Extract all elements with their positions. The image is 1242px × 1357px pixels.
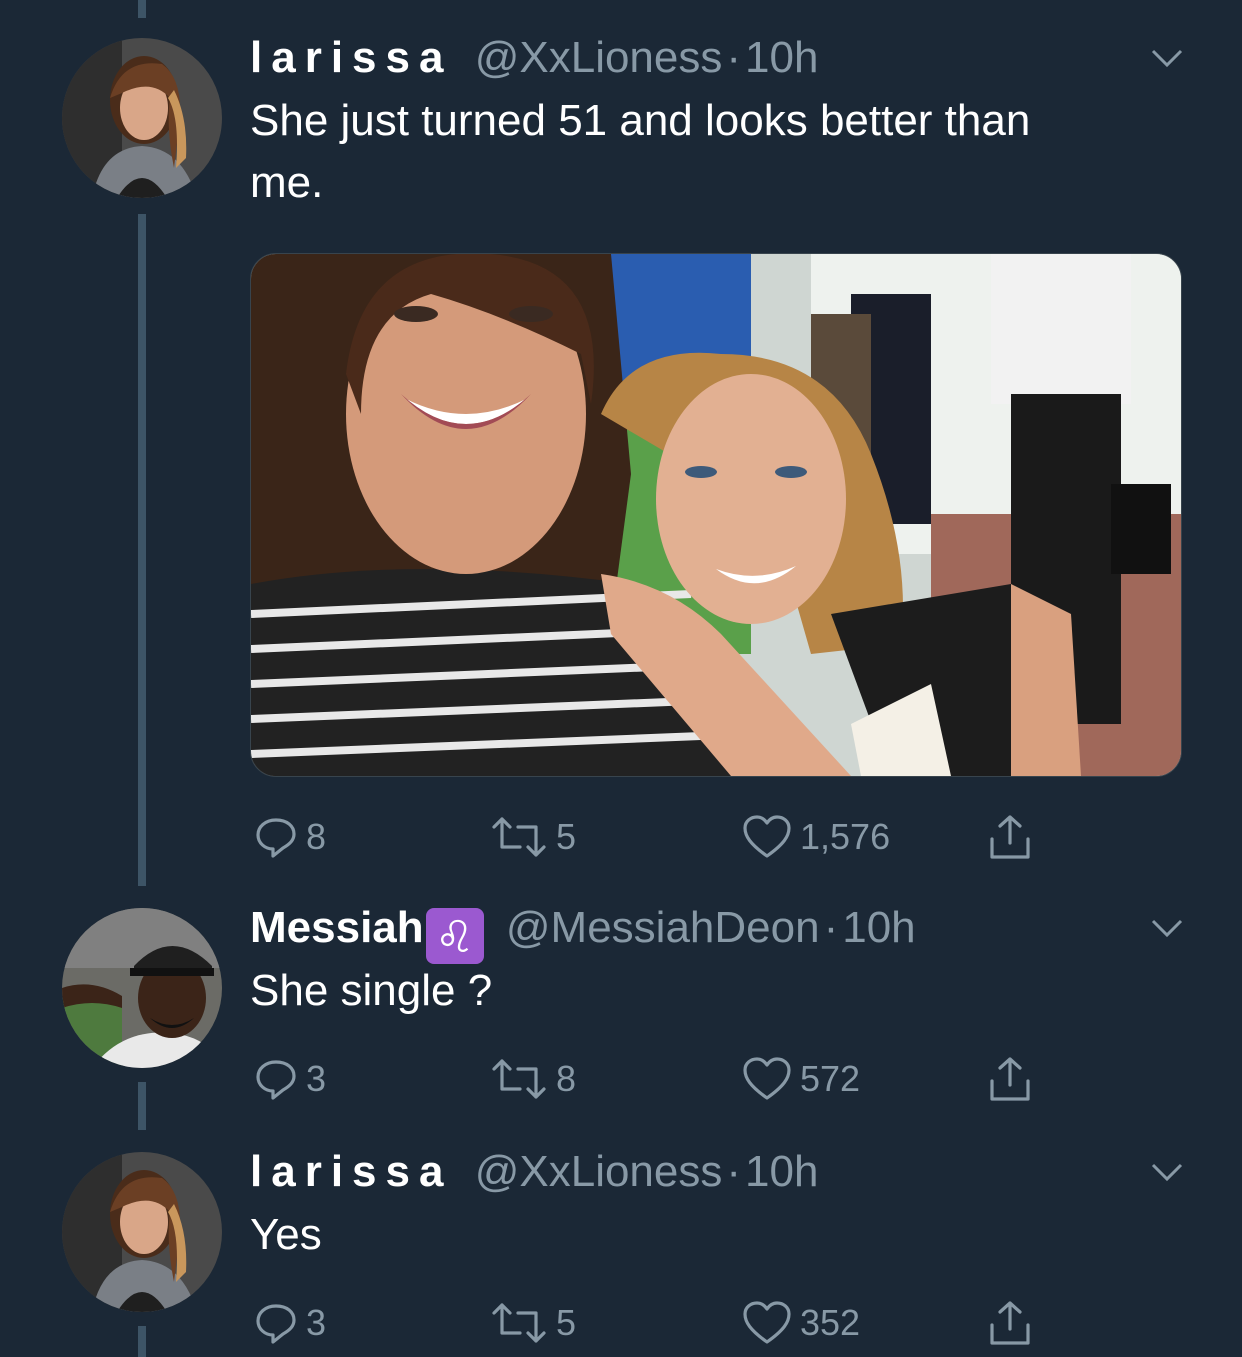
timestamp[interactable]: 10h [842, 903, 915, 952]
timestamp[interactable]: 10h [745, 33, 818, 82]
retweet-count: 5 [556, 816, 577, 857]
thread-line [138, 1326, 146, 1357]
user-handle[interactable]: @MessiahDeon [506, 903, 820, 952]
user-handle[interactable]: @XxLioness [475, 1147, 723, 1196]
reply-icon [256, 1304, 296, 1344]
retweet-button[interactable]: 5 [490, 1298, 576, 1348]
tweet-text: Yes [250, 1204, 322, 1266]
heart-icon [743, 1057, 791, 1100]
tweet-header: larissa @XxLioness·10h [250, 1142, 818, 1202]
heart-icon [743, 1301, 791, 1344]
tweet-actions: 3 5 352 [250, 1298, 1050, 1348]
reply-count: 8 [306, 816, 327, 857]
chevron-down-icon[interactable] [1150, 46, 1184, 70]
share-button[interactable] [986, 1298, 1034, 1348]
tweet-header: larissa @XxLioness·10h [250, 28, 818, 88]
retweet-button[interactable]: 8 [490, 1054, 576, 1104]
leo-emoji-icon: ♌ [425, 908, 484, 964]
avatar[interactable] [62, 38, 222, 198]
like-button[interactable]: 352 [742, 1298, 860, 1348]
tweet-text-line: Yes [250, 1210, 322, 1259]
heart-icon [743, 815, 791, 858]
tweet-original: larissa @XxLioness·10h She just turned 5… [250, 28, 1210, 228]
tweet-actions: 8 5 1,576 [250, 812, 1050, 862]
chevron-down-icon[interactable] [1150, 916, 1184, 940]
like-count: 1,576 [800, 816, 891, 857]
thread-line [138, 1082, 146, 1130]
timestamp[interactable]: 10h [745, 1147, 818, 1196]
leo-emoji: ♌ [434, 913, 475, 962]
retweet-count: 5 [556, 1302, 577, 1343]
display-name[interactable]: Messiah [250, 903, 424, 952]
share-button[interactable] [986, 812, 1034, 862]
separator: · [823, 903, 839, 952]
thread-line [138, 0, 146, 18]
separator: · [726, 33, 742, 82]
reply-icon [256, 1060, 296, 1100]
chevron-down-icon[interactable] [1150, 1160, 1184, 1184]
tweet-actions: 3 8 572 [250, 1054, 1050, 1104]
like-count: 352 [800, 1302, 861, 1343]
reply-count: 3 [306, 1058, 327, 1099]
retweet-icon [492, 817, 546, 857]
reply-count: 3 [306, 1302, 327, 1343]
avatar[interactable] [62, 1152, 222, 1312]
tweet-text-line: me. [250, 158, 324, 207]
avatar[interactable] [62, 908, 222, 1068]
retweet-icon [492, 1059, 546, 1099]
reply-button[interactable]: 3 [254, 1054, 326, 1104]
tweet-header: Messiah ♌ @MessiahDeon·10h [250, 898, 916, 964]
tweet-text-line: She just turned 51 and looks better than [250, 96, 1031, 145]
like-button[interactable]: 1,576 [742, 812, 890, 862]
tweet-photo[interactable] [250, 253, 1182, 777]
display-name[interactable]: larissa [250, 33, 452, 82]
share-icon [990, 815, 1030, 859]
separator: · [726, 1147, 742, 1196]
retweet-button[interactable]: 5 [490, 812, 576, 862]
retweet-icon [492, 1303, 546, 1343]
reply-icon [256, 818, 296, 858]
tweet-text: She single ? [250, 960, 492, 1022]
share-button[interactable] [986, 1054, 1034, 1104]
tweet-reply: larissa @XxLioness·10h Yes [250, 1142, 1210, 1282]
thread-line [138, 214, 146, 886]
tweet-reply: Messiah ♌ @MessiahDeon·10h She single ? [250, 898, 1210, 1038]
like-button[interactable]: 572 [742, 1054, 860, 1104]
tweet-text: She just turned 51 and looks better than… [250, 90, 1030, 214]
reply-button[interactable]: 8 [254, 812, 326, 862]
display-name[interactable]: larissa [250, 1147, 452, 1196]
tweet-text-line: She single ? [250, 966, 493, 1015]
share-icon [990, 1057, 1030, 1101]
like-count: 572 [800, 1058, 861, 1099]
share-icon [990, 1301, 1030, 1345]
reply-button[interactable]: 3 [254, 1298, 326, 1348]
user-handle[interactable]: @XxLioness [475, 33, 723, 82]
retweet-count: 8 [556, 1058, 577, 1099]
